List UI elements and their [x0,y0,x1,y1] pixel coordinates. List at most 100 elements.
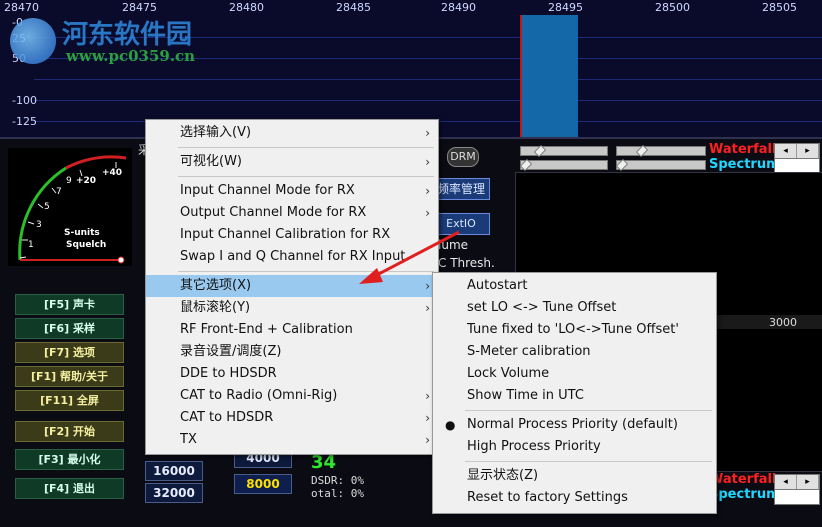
menu-item-label: 可视化(W) [180,154,242,169]
submenu-item-high-priority[interactable]: High Process Priority [433,436,716,458]
watermark-logo-icon [10,18,56,64]
menu-item-select-input[interactable]: 选择输入(V) › [146,122,438,144]
f1-help-button[interactable]: [F1] 帮助/关于 [15,366,124,387]
menu-item-label: S-Meter calibration [467,344,591,359]
meter-label: +20 [76,176,97,186]
submenu-arrow-icon: › [425,389,430,403]
submenu-arrow-icon: › [425,411,430,425]
submenu-arrow-icon: › [425,433,430,447]
menu-item-label: Show Time in UTC [467,388,584,403]
watermark-title: 河东软件园 [62,20,193,50]
drm-button[interactable]: DRM [447,147,479,167]
submenu-item-show-utc[interactable]: Show Time in UTC [433,385,716,407]
menu-item-label: CAT to Radio (Omni-Rig) [180,388,338,403]
f3-minimize-button[interactable]: [F3] 最小化 [15,449,124,470]
menu-item-mouse-wheel[interactable]: 鼠标滚轮(Y) › [146,297,438,319]
rx-filter-band[interactable] [520,15,578,137]
menu-item-label: 显示状态(Z) [467,468,539,483]
rate-8000-button[interactable]: 8000 [234,474,292,494]
rate-32000-button[interactable]: 32000 [145,483,203,503]
submenu-item-autostart[interactable]: Autostart [433,275,716,297]
menu-item-cat-radio[interactable]: CAT to Radio (Omni-Rig) › [146,385,438,407]
submenu-arrow-icon: › [425,126,430,140]
radio-bullet-icon: ● [445,418,456,432]
f11-fullscreen-button[interactable]: [F11] 全屏 [15,390,124,411]
other-options-submenu: Autostart set LO <-> Tune Offset Tune fi… [432,272,717,514]
freq-tick-label: 28470 [4,1,39,14]
meter-label: 3 [36,220,42,230]
f5-soundcard-button[interactable]: [F5] 声卡 [15,294,124,315]
grid-line [34,100,822,101]
submenu-arrow-icon: › [425,155,430,169]
waterfall-speed-arrows[interactable]: ◂ ▸ [774,143,820,159]
meter-label: 1 [28,240,34,250]
menu-item-label: Input Channel Mode for RX [180,183,355,198]
meter-caption: Squelch [66,240,107,250]
menu-separator [178,147,434,148]
submenu-arrow-icon: › [425,206,430,220]
meter-label: +40 [102,168,123,178]
rate-16000-button[interactable]: 16000 [145,461,203,481]
menu-item-label: RF Front-End + Calibration [180,322,353,337]
freq-tick-label: 28495 [548,1,583,14]
menu-item-dde[interactable]: DDE to HDSDR [146,363,438,385]
spectrum-slider-1[interactable] [520,159,608,171]
meter-label: 9 [66,176,72,186]
menu-item-visualization[interactable]: 可视化(W) › [146,151,438,173]
f4-exit-button[interactable]: [F4] 退出 [15,478,124,499]
f6-samplerate-button[interactable]: [F6] 采样 [15,318,124,339]
submenu-item-tune-fixed[interactable]: Tune fixed to 'LO<->Tune Offset' [433,319,716,341]
watermark-url: www.pc0359.cn [66,47,196,65]
waterfall-speed-arrows-bottom[interactable]: ◂ ▸ [774,474,820,490]
db-tick-label: -100 [12,94,37,107]
freq-tick-label: 28485 [336,1,371,14]
f7-options-button[interactable]: [F7] 选项 [15,342,124,363]
cpu-stat-total: otal: 0% [311,487,364,500]
tune-marker[interactable] [520,15,522,137]
annotation-arrow-icon [359,230,460,284]
submenu-item-smeter-calibration[interactable]: S-Meter calibration [433,341,716,363]
submenu-item-show-status[interactable]: 显示状态(Z) [433,465,716,487]
menu-item-label: Tune fixed to 'LO<->Tune Offset' [467,322,679,337]
waterfall-slider-1[interactable] [520,145,608,157]
spectrum-slider-2[interactable] [616,159,706,171]
submenu-arrow-icon: › [425,184,430,198]
grid-line [34,79,822,80]
menu-item-label: CAT to HDSDR [180,410,274,425]
spectrum-label-bottom: Spectrum [709,487,780,502]
menu-separator [465,410,712,411]
menu-item-label: Output Channel Mode for RX [180,205,367,220]
menu-item-label: Autostart [467,278,528,293]
freq-tick-label: 28480 [229,1,264,14]
menu-item-recording[interactable]: 录音设置/调度(Z) [146,341,438,363]
menu-item-label: High Process Priority [467,439,601,454]
menu-item-label: DDE to HDSDR [180,366,277,381]
menu-separator [465,461,712,462]
menu-item-label: set LO <-> Tune Offset [467,300,617,315]
menu-item-label: 选择输入(V) [180,125,252,140]
menu-item-input-channel-mode[interactable]: Input Channel Mode for RX › [146,180,438,202]
f2-start-button[interactable]: [F2] 开始 [15,421,124,442]
spectrum-label: Spectrum [709,157,780,172]
waterfall-label: Waterfall [709,142,777,157]
submenu-item-set-lo[interactable]: set LO <-> Tune Offset [433,297,716,319]
menu-item-label: TX [180,432,197,447]
waterfall-slider-2[interactable] [616,145,706,157]
menu-item-output-channel-mode[interactable]: Output Channel Mode for RX › [146,202,438,224]
menu-item-label: 其它选项(X) [180,278,252,293]
spectrum-speed-slider-bottom[interactable] [774,489,820,505]
menu-item-label: Normal Process Priority (default) [467,417,678,432]
meter-label: 5 [44,202,50,212]
submenu-item-normal-priority[interactable]: ● Normal Process Priority (default) [433,414,716,436]
frequency-manager-button[interactable]: 频率管理 [432,178,490,200]
freq-tick-label: 28505 [762,1,797,14]
freq-tick-label: 28500 [655,1,690,14]
freq-tick-label: 28490 [441,1,476,14]
waterfall-label-bottom: Waterfall [709,472,777,487]
menu-item-label: 录音设置/调度(Z) [180,344,282,359]
menu-item-cat-hdsdr[interactable]: CAT to HDSDR › [146,407,438,429]
menu-item-tx[interactable]: TX › [146,429,438,451]
submenu-item-reset-factory[interactable]: Reset to factory Settings [433,487,716,509]
menu-item-rf-frontend[interactable]: RF Front-End + Calibration [146,319,438,341]
submenu-item-lock-volume[interactable]: Lock Volume [433,363,716,385]
